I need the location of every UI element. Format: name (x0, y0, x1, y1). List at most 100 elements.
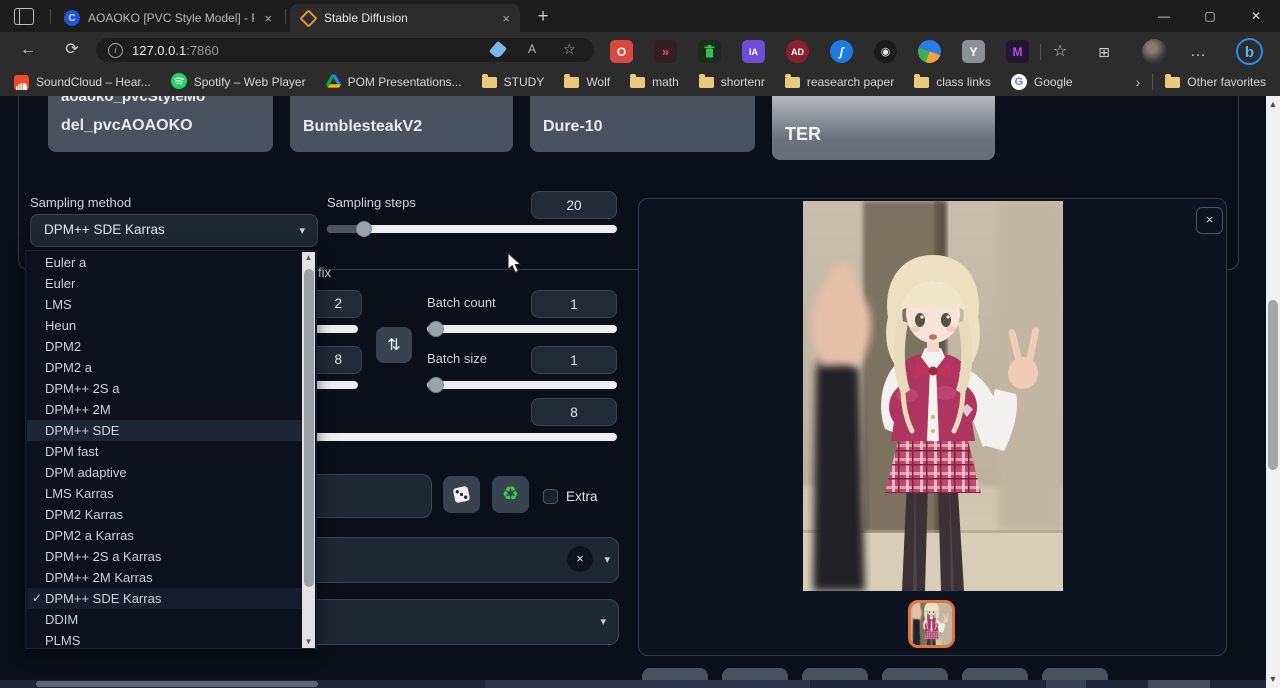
bookmark-reasearch-paper[interactable]: reasearch paper (785, 75, 894, 89)
option-dpm-adaptive[interactable]: DPM adaptive (27, 462, 304, 483)
sampling-method-select[interactable]: DPM++ SDE Karras ▾ (30, 214, 318, 247)
ext-globe-icon[interactable] (918, 40, 941, 63)
model-card-bumblesteak[interactable]: BumblesteakV2 (290, 96, 513, 152)
save-button[interactable] (642, 668, 708, 680)
reuse-seed-button[interactable]: ♻ (492, 476, 529, 513)
random-seed-button[interactable] (443, 476, 480, 513)
option-dpm2[interactable]: DPM2 (27, 336, 304, 357)
model-card-dure10[interactable]: Dure-10 (530, 96, 755, 152)
option-lms-karras[interactable]: LMS Karras (27, 483, 304, 504)
generated-image[interactable] (803, 201, 1063, 591)
dropdown-scrollbar[interactable]: ▲ ▼ (302, 252, 315, 648)
ext-ad-icon[interactable]: AD (786, 40, 809, 63)
option-dpm2-a-karras[interactable]: DPM2 a Karras (27, 525, 304, 546)
sampling-steps-slider-handle[interactable] (356, 221, 372, 237)
bookmark-soundcloud[interactable]: SoundCloud – Hear... (14, 75, 151, 90)
back-icon[interactable]: ← (16, 39, 40, 61)
favorites-bar-star-icon[interactable]: ☆ (1048, 40, 1072, 64)
model-card-ter[interactable]: TER (772, 96, 995, 160)
extra-seed-checkbox[interactable] (543, 489, 558, 504)
ext-ia-icon[interactable]: IA (742, 40, 765, 63)
send-to-inpaint-button[interactable] (882, 668, 948, 680)
window-minimize-button[interactable]: — (1149, 4, 1179, 28)
bookmark-pom-presentations[interactable]: POM Presentations... (326, 74, 462, 91)
model-card-aoaoko[interactable]: aoaoko_pvcStyleMo del_pvcAOAOKO (48, 96, 273, 152)
ext-trash-icon[interactable] (698, 40, 721, 63)
option-euler-a[interactable]: Euler a (27, 252, 304, 273)
bookmark-wolf[interactable]: Wolf (564, 75, 610, 89)
sampling-steps-input[interactable] (531, 191, 617, 219)
zip-button[interactable] (722, 668, 788, 680)
dropdown-scrollbar-thumb[interactable] (304, 269, 314, 587)
ext-location-pin-icon[interactable]: ◉ (874, 40, 897, 63)
ext-m-icon[interactable]: M (1006, 40, 1029, 63)
bookmark-google[interactable]: GGoogle (1011, 74, 1073, 90)
clear-styles-icon[interactable]: × (567, 546, 593, 572)
batch-count-slider[interactable] (427, 325, 617, 333)
option-dpm-fast[interactable]: DPM fast (27, 441, 304, 462)
ext-y-icon[interactable]: Y (962, 40, 985, 63)
bookmark-other-favorites[interactable]: Other favorites (1165, 75, 1266, 89)
address-bar[interactable]: i 127.0.0.1:7860 (96, 38, 594, 62)
batch-size-input[interactable] (531, 346, 617, 374)
window-close-button[interactable]: ✕ (1241, 4, 1271, 28)
bookmarks-overflow-chevron[interactable]: › (1136, 74, 1141, 90)
ext-fast-forward-icon[interactable]: » (654, 40, 677, 63)
scroll-down-icon[interactable]: ▼ (1266, 673, 1280, 686)
option-dpmpp-2m-karras[interactable]: DPM++ 2M Karras (27, 567, 304, 588)
option-dpmpp-sde[interactable]: DPM++ SDE (27, 420, 304, 441)
scroll-up-icon[interactable]: ▲ (302, 252, 315, 264)
horizontal-scrollbar[interactable] (0, 680, 1266, 688)
ext-shazam-icon[interactable]: ʃ (830, 40, 853, 63)
read-aloud-icon[interactable]: A (528, 42, 536, 56)
bookmark-class-links[interactable]: class links (914, 75, 991, 89)
window-maximize-button[interactable]: ▢ (1195, 4, 1225, 28)
collections-icon[interactable]: ⊞ (1092, 40, 1116, 64)
gallery-thumbnail[interactable] (908, 600, 955, 648)
option-heun[interactable]: Heun (27, 315, 304, 336)
batch-count-input[interactable] (531, 290, 617, 318)
option-dpmpp-sde-karras[interactable]: ✓DPM++ SDE Karras (27, 588, 304, 609)
scroll-down-icon[interactable]: ▼ (302, 636, 315, 648)
tab-stable-diffusion[interactable]: Stable Diffusion × (290, 4, 520, 32)
batch-size-slider[interactable] (427, 381, 617, 389)
cfg-scale-input[interactable] (531, 398, 617, 426)
refresh-icon[interactable]: ⟳ (60, 39, 84, 61)
bookmark-shortenr[interactable]: shortenr (699, 75, 765, 89)
option-dpmpp-2m[interactable]: DPM++ 2M (27, 399, 304, 420)
extra-action-button[interactable] (1042, 668, 1108, 680)
bookmark-study[interactable]: STUDY (482, 75, 545, 89)
bing-icon[interactable]: b (1236, 38, 1263, 65)
option-dpm2-a[interactable]: DPM2 a (27, 357, 304, 378)
send-to-img2img-button[interactable] (802, 668, 868, 680)
option-ddim[interactable]: DDIM (27, 609, 304, 630)
site-info-icon[interactable]: i (108, 43, 123, 58)
workspaces-icon[interactable] (14, 8, 34, 25)
batch-size-slider-handle[interactable] (428, 377, 444, 393)
tab-close-icon[interactable]: × (264, 11, 272, 26)
close-gallery-button[interactable]: × (1196, 207, 1223, 234)
favorite-star-icon[interactable]: ☆ (563, 41, 576, 58)
option-plms[interactable]: PLMS (27, 630, 304, 651)
scroll-up-icon[interactable]: ▲ (1266, 98, 1280, 111)
option-euler[interactable]: Euler (27, 273, 304, 294)
bookmark-math[interactable]: math (630, 75, 679, 89)
settings-more-icon[interactable]: … (1186, 40, 1210, 64)
option-lms[interactable]: LMS (27, 294, 304, 315)
folder-icon (564, 77, 579, 88)
ext-o-icon[interactable]: O (610, 40, 633, 63)
tab-close-icon[interactable]: × (502, 11, 510, 26)
horizontal-scrollbar-thumb[interactable] (36, 681, 318, 687)
option-dpmpp-2s-a-karras[interactable]: DPM++ 2S a Karras (27, 546, 304, 567)
new-tab-button[interactable]: + (530, 5, 556, 29)
swap-dimensions-button[interactable]: ⇅ (376, 327, 412, 363)
page-scrollbar-thumb[interactable] (1268, 300, 1278, 470)
send-to-extras-button[interactable] (962, 668, 1028, 680)
profile-avatar[interactable] (1142, 39, 1167, 64)
tab-civitai[interactable]: C AOAOKO [PVC Style Model] - PV × (54, 4, 282, 32)
option-dpm2-karras[interactable]: DPM2 Karras (27, 504, 304, 525)
batch-count-slider-handle[interactable] (428, 321, 444, 337)
page-scrollbar[interactable]: ▲ ▼ (1266, 96, 1280, 688)
bookmark-spotify[interactable]: Spotify – Web Player (171, 73, 306, 92)
option-dpmpp-2s-a[interactable]: DPM++ 2S a (27, 378, 304, 399)
